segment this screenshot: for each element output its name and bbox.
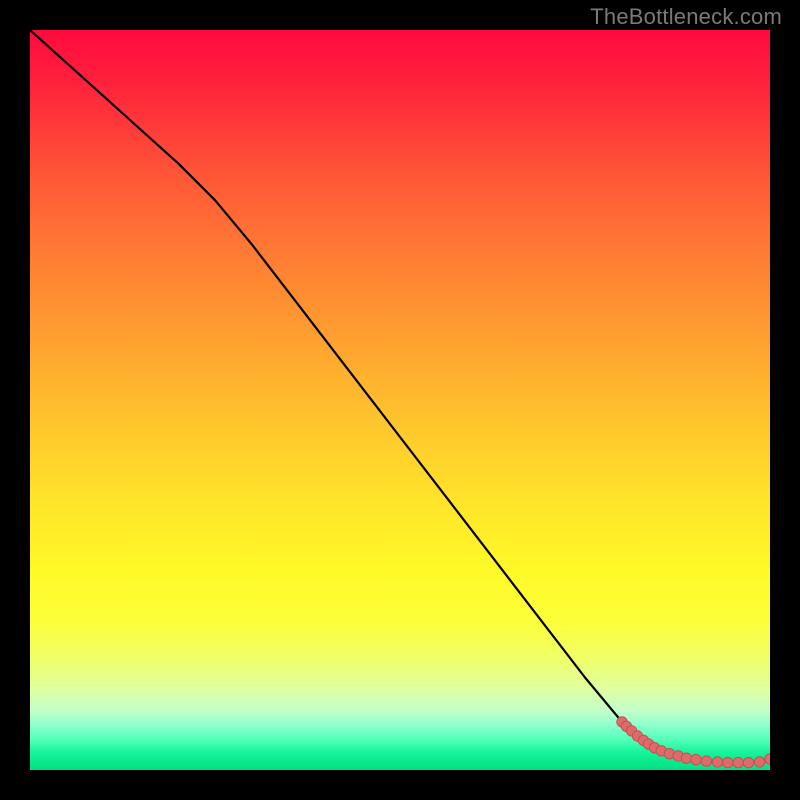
marker-dot <box>712 757 722 767</box>
marker-dot <box>681 753 691 763</box>
marker-dot <box>765 754 770 764</box>
chart-frame: TheBottleneck.com <box>0 0 800 800</box>
marker-dot <box>701 756 711 766</box>
sweet-spot-markers <box>617 717 770 768</box>
marker-dot <box>691 754 701 764</box>
marker-dot <box>743 757 753 767</box>
chart-overlay-svg <box>30 30 770 770</box>
watermark-text: TheBottleneck.com <box>590 4 782 30</box>
marker-dot <box>733 757 743 767</box>
marker-dot <box>754 757 764 767</box>
plot-area <box>30 30 770 770</box>
marker-dot <box>723 757 733 767</box>
bottleneck-curve-line <box>30 30 770 763</box>
